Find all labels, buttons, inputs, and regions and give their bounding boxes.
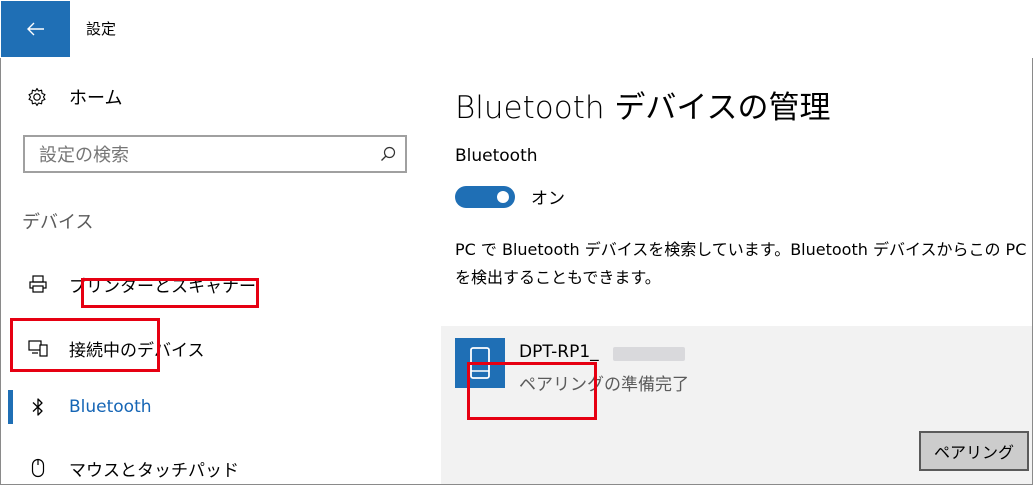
search-box[interactable]: 設定の検索 bbox=[23, 135, 407, 173]
sidebar-item-bluetooth[interactable]: Bluetooth bbox=[1, 385, 431, 429]
toggle-state-label: オン bbox=[531, 189, 565, 209]
device-name: DPT-RP1_ bbox=[519, 342, 599, 362]
main-panel: Bluetooth デバイスの管理 Bluetooth オン PC で Blue… bbox=[431, 58, 1032, 484]
home-link[interactable]: ホーム bbox=[27, 84, 122, 110]
pair-button[interactable]: ペアリング bbox=[919, 431, 1029, 471]
sidebar-item-label: マウスとタッチパッド bbox=[69, 460, 239, 481]
selection-indicator bbox=[8, 390, 13, 424]
window-title: 設定 bbox=[86, 20, 117, 38]
gear-icon bbox=[28, 87, 46, 107]
sidebar-item-label: Bluetooth bbox=[69, 397, 152, 417]
bluetooth-label: Bluetooth bbox=[455, 146, 538, 166]
back-arrow-icon bbox=[26, 22, 44, 36]
bluetooth-icon bbox=[27, 396, 49, 418]
section-header-devices: デバイス bbox=[22, 212, 94, 233]
highlight-box-bluetooth bbox=[10, 318, 160, 372]
toggle-knob bbox=[497, 191, 509, 203]
redacted-serial bbox=[613, 347, 685, 361]
mouse-icon bbox=[27, 457, 49, 479]
back-button[interactable] bbox=[1, 1, 70, 57]
highlight-box-device-name bbox=[81, 278, 259, 308]
home-label: ホーム bbox=[69, 88, 123, 109]
page-title: Bluetooth デバイスの管理 bbox=[455, 90, 831, 126]
search-input[interactable]: 設定の検索 bbox=[25, 141, 375, 167]
discovery-description: PC で Bluetooth デバイスを検索しています。Bluetooth デバ… bbox=[455, 240, 1027, 287]
search-icon[interactable] bbox=[375, 146, 401, 162]
title-bar: 設定 bbox=[0, 0, 1033, 58]
sidebar: ホーム 設定の検索 デバイス プリンターとスキャナー 接続中のデバイス Blue… bbox=[1, 58, 431, 484]
highlight-box-pair-button bbox=[467, 362, 597, 420]
printer-icon bbox=[27, 273, 49, 295]
bluetooth-toggle[interactable] bbox=[455, 186, 515, 208]
sidebar-item-mouse[interactable]: マウスとタッチパッド bbox=[1, 446, 431, 490]
